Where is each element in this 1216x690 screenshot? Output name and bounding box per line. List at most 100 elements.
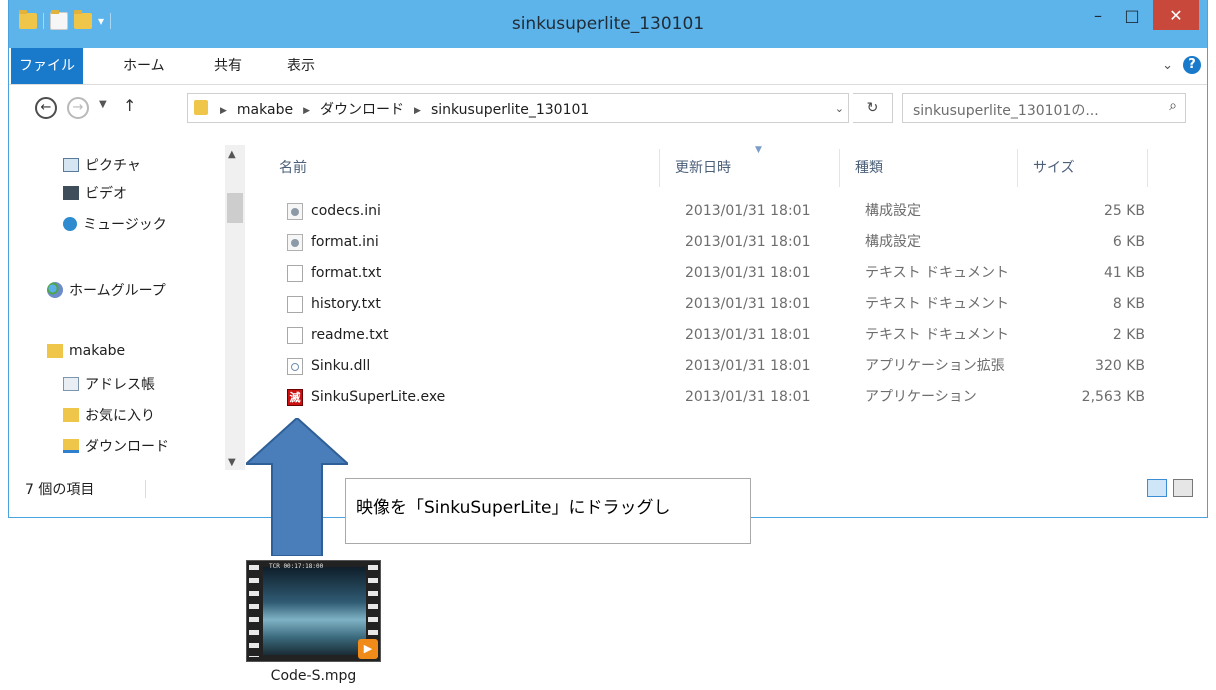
play-overlay-icon: ▶ [358, 639, 378, 659]
up-arrow-annotation [246, 418, 348, 556]
column-header-name[interactable]: 名前 [279, 153, 307, 183]
back-button[interactable]: ← [35, 97, 57, 119]
recent-locations-icon[interactable]: ▼ [99, 99, 107, 110]
nav-item-label: ミュージック [83, 217, 167, 233]
file-size: 8 KB [1112, 296, 1145, 312]
search-input[interactable]: sinkusuperlite_130101の... ⌕ [902, 93, 1186, 123]
tab-file[interactable]: ファイル [11, 48, 83, 84]
nav-item-user[interactable]: makabe [47, 343, 125, 359]
nav-item-label: ピクチャ [85, 158, 141, 174]
file-type: 構成設定 [865, 203, 921, 219]
forward-button[interactable]: → [67, 97, 89, 119]
text-file-icon [287, 265, 303, 282]
file-date: 2013/01/31 18:01 [685, 296, 811, 312]
file-type: アプリケーション拡張 [865, 358, 1005, 374]
tab-share[interactable]: 共有 [214, 48, 242, 84]
pictures-icon [63, 158, 79, 172]
text-file-icon [287, 327, 303, 344]
scroll-down-icon[interactable]: ▼ [228, 457, 236, 468]
nav-item-music[interactable]: ミュージック [63, 214, 167, 234]
file-row[interactable]: Sinku.dll 2013/01/31 18:01 アプリケーション拡張 32… [287, 353, 1167, 379]
breadcrumb-item[interactable]: makabe [237, 102, 293, 118]
video-file-label[interactable]: Code-S.mpg [246, 668, 381, 684]
column-divider[interactable] [659, 149, 660, 187]
minimize-button[interactable]: – [1083, 0, 1113, 30]
ini-file-icon [287, 234, 303, 251]
column-header-type[interactable]: 種類 [855, 153, 883, 183]
nav-item-contacts[interactable]: アドレス帳 [63, 374, 155, 394]
breadcrumb: ▶ makabe ▶ ダウンロード ▶ sinkusuperlite_130101 [220, 99, 589, 119]
file-name: SinkuSuperLite.exe [311, 389, 446, 405]
user-folder-icon [47, 344, 63, 358]
nav-item-downloads[interactable]: ダウンロード [63, 436, 169, 456]
contacts-icon [63, 377, 79, 391]
column-header-size[interactable]: サイズ [1033, 153, 1075, 183]
breadcrumb-arrow-icon[interactable]: ▶ [303, 106, 310, 116]
breadcrumb-item[interactable]: sinkusuperlite_130101 [431, 102, 589, 118]
nav-scrollbar[interactable]: ▲ ▼ [225, 145, 245, 470]
close-button[interactable]: ✕ [1153, 0, 1199, 30]
nav-item-label: お気に入り [85, 408, 155, 424]
column-divider[interactable] [1017, 149, 1018, 187]
file-name: history.txt [311, 296, 381, 312]
file-row[interactable]: format.ini 2013/01/31 18:01 構成設定 6 KB [287, 229, 1167, 255]
file-size: 6 KB [1112, 234, 1145, 250]
video-file-icon[interactable]: TCR 00:17:18:00 ▶ [246, 560, 381, 662]
file-row[interactable]: history.txt 2013/01/31 18:01 テキスト ドキュメント… [287, 291, 1167, 317]
tab-view[interactable]: 表示 [287, 48, 315, 84]
maximize-button[interactable]: □ [1117, 0, 1147, 30]
file-row[interactable]: 滅 SinkuSuperLite.exe 2013/01/31 18:01 アプ… [287, 384, 1167, 410]
timecode: TCR 00:17:18:00 [269, 563, 324, 570]
refresh-button[interactable]: ↻ [853, 93, 893, 123]
file-type: 構成設定 [865, 234, 921, 250]
nav-item-label: ダウンロード [85, 439, 169, 455]
file-row[interactable]: format.txt 2013/01/31 18:01 テキスト ドキュメント … [287, 260, 1167, 286]
videos-icon [63, 186, 79, 200]
file-size: 320 KB [1095, 358, 1145, 374]
nav-item-favorites[interactable]: お気に入り [63, 405, 155, 425]
ribbon-tabs: ファイル ホーム 共有 表示 ⌄ ? [9, 48, 1207, 85]
file-row[interactable]: readme.txt 2013/01/31 18:01 テキスト ドキュメント … [287, 322, 1167, 348]
text-file-icon [287, 296, 303, 313]
file-type: テキスト ドキュメント [865, 265, 1010, 281]
address-bar[interactable]: ▶ makabe ▶ ダウンロード ▶ sinkusuperlite_130101 ⌄ [187, 93, 849, 123]
dll-file-icon [287, 358, 303, 375]
column-divider[interactable] [1147, 149, 1148, 187]
callout-text: 映像を「SinkuSuperLite」にドラッグし [356, 498, 671, 518]
title-bar[interactable]: ▾ sinkusuperlite_130101 – □ ✕ [9, 0, 1207, 48]
file-date: 2013/01/31 18:01 [685, 389, 811, 405]
nav-item-label: ビデオ [85, 186, 127, 202]
up-button[interactable]: ↑ [123, 96, 136, 115]
item-count: 7 個の項目 [25, 482, 95, 498]
column-divider[interactable] [839, 149, 840, 187]
search-icon[interactable]: ⌕ [1169, 98, 1177, 114]
breadcrumb-arrow-icon[interactable]: ▶ [414, 106, 421, 116]
file-name: format.ini [311, 234, 379, 250]
scrollbar-thumb[interactable] [227, 193, 243, 223]
nav-item-videos[interactable]: ビデオ [63, 183, 127, 203]
column-header-date[interactable]: 更新日時 [675, 153, 731, 183]
help-icon[interactable]: ? [1183, 56, 1201, 74]
file-date: 2013/01/31 18:01 [685, 358, 811, 374]
nav-item-label: アドレス帳 [85, 377, 155, 393]
large-icons-view-icon[interactable] [1173, 479, 1193, 497]
scroll-up-icon[interactable]: ▲ [228, 149, 236, 160]
breadcrumb-arrow-icon[interactable]: ▶ [220, 106, 227, 116]
expand-ribbon-icon[interactable]: ⌄ [1162, 58, 1173, 73]
navigation-pane: ピクチャ ビデオ ミュージック ホームグループ makabe アドレス帳 お気に… [9, 145, 247, 470]
nav-item-label: ホームグループ [69, 283, 166, 299]
breadcrumb-item[interactable]: ダウンロード [320, 102, 404, 118]
tab-home[interactable]: ホーム [123, 48, 165, 84]
nav-item-pictures[interactable]: ピクチャ [63, 155, 141, 175]
file-type: テキスト ドキュメント [865, 327, 1010, 343]
nav-item-homegroup[interactable]: ホームグループ [47, 280, 166, 300]
file-list: 名前 ▼ 更新日時 種類 サイズ codecs.ini 2013/01/31 1… [255, 145, 1195, 475]
details-view-icon[interactable] [1147, 479, 1167, 497]
film-strip-icon [249, 565, 259, 657]
file-size: 25 KB [1103, 203, 1145, 219]
file-row[interactable]: codecs.ini 2013/01/31 18:01 構成設定 25 KB [287, 198, 1167, 224]
exe-app-icon: 滅 [287, 389, 303, 406]
ini-file-icon [287, 203, 303, 220]
explorer-window: ▾ sinkusuperlite_130101 – □ ✕ ファイル ホーム 共… [8, 0, 1208, 518]
address-dropdown-icon[interactable]: ⌄ [835, 102, 844, 115]
